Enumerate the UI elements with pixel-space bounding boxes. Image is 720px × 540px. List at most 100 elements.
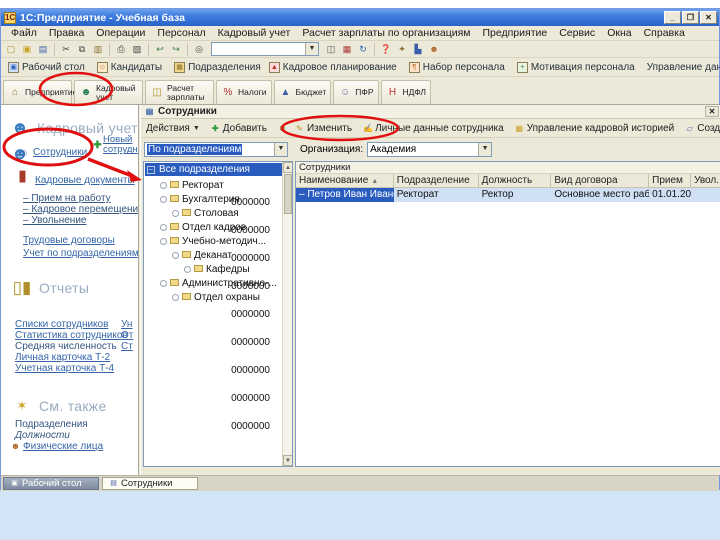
menu-personnel[interactable]: Персонал — [151, 27, 211, 39]
nav-desktop-button[interactable]: ▣ Рабочий стол — [4, 61, 89, 74]
report-link-employee-lists[interactable]: Списки сотрудников — [15, 319, 108, 330]
view-mode-combo[interactable]: По подразделениям ▼ — [144, 142, 288, 157]
tree-root-node[interactable]: – Все подразделения — [145, 163, 284, 176]
cut-icon[interactable]: ✂ — [59, 43, 73, 56]
menu-edit[interactable]: Правка — [43, 27, 90, 39]
menu-service[interactable]: Сервис — [553, 27, 601, 39]
quick-search-combo[interactable]: ▼ — [211, 42, 319, 56]
report-link-avg-headcount[interactable]: Средняя численность — [15, 341, 117, 352]
column-hired[interactable]: Прием — [649, 174, 691, 187]
find-icon[interactable]: ◎ — [192, 43, 206, 56]
new-icon[interactable]: ▢ — [4, 43, 18, 56]
employee-row[interactable]: – Петров Иван Иванович Ректорат Ректор О… — [296, 188, 720, 202]
undo-icon[interactable]: ↩ — [153, 43, 167, 56]
tree-scrollbar[interactable]: ▲ ▼ — [282, 162, 292, 466]
employees-window-close-icon[interactable]: ✕ — [705, 106, 719, 117]
calc-icon[interactable]: ◫ — [324, 43, 338, 56]
preview-icon[interactable]: ▨ — [130, 43, 144, 56]
report-link-truncated-2[interactable]: От — [121, 330, 133, 341]
column-name[interactable]: Наименование▲ — [296, 174, 394, 187]
tab-budget[interactable]: ▲ Бюджет — [274, 80, 332, 104]
menu-enterprise[interactable]: Предприятие — [477, 27, 554, 39]
scroll-thumb[interactable] — [284, 174, 292, 214]
nav-recruiting-button[interactable]: ¶ Набор персонала — [405, 61, 509, 74]
report-link-truncated-3[interactable]: Ст — [121, 341, 133, 352]
sidebar-link-transfer[interactable]: – Кадровое перемещение — [23, 204, 139, 215]
help-book-icon[interactable]: ❓ — [379, 43, 393, 56]
sidebar-link-dismissal[interactable]: – Увольнение — [23, 215, 86, 226]
chevron-down-icon[interactable]: ▼ — [274, 143, 287, 156]
organization-combo[interactable]: Академия ▼ — [367, 142, 492, 157]
tree-node[interactable]: Ректорат0000000 — [144, 179, 282, 193]
open-folder-icon[interactable]: ▣ — [20, 43, 34, 56]
add-button[interactable]: ✚Добавить — [207, 122, 270, 135]
see-also-positions[interactable]: Должности — [15, 430, 70, 441]
sidebar-link-dept-accounting[interactable]: Учет по подразделениям — [23, 248, 139, 259]
collapse-icon[interactable]: – — [147, 166, 155, 174]
tab-hr-accounting[interactable]: ☻ Кадровый учет — [74, 80, 143, 104]
copy-icon[interactable]: ⧉ — [75, 43, 89, 56]
create-document-button[interactable]: ▱Создать документ▼ — [681, 122, 720, 135]
tab-enterprise[interactable]: ⌂ Предприятие — [3, 80, 72, 104]
tree-node[interactable]: Учебно-методич...0000000 — [144, 235, 282, 249]
tree-node[interactable]: Административно-...0000000 — [144, 277, 282, 291]
nav-hr-planning-button[interactable]: ▲ Кадровое планирование — [265, 61, 401, 74]
personal-data-button[interactable]: ✍Личные данные сотрудника — [359, 122, 507, 135]
column-contract[interactable]: Вид договора — [551, 174, 649, 187]
person-icon[interactable]: ☻ — [427, 43, 441, 56]
tree-node[interactable]: Столовая0000000 — [144, 207, 282, 221]
actions-button[interactable]: Действия▼ — [143, 122, 203, 135]
menu-payroll[interactable]: Расчет зарплаты по организациям — [296, 27, 476, 39]
menu-file[interactable]: Файл — [5, 27, 43, 39]
paste-icon[interactable]: ▥ — [91, 43, 105, 56]
column-position[interactable]: Должность — [479, 174, 552, 187]
scroll-up-icon[interactable]: ▲ — [283, 162, 293, 173]
minimize-button[interactable]: _ — [664, 11, 681, 24]
see-also-persons[interactable]: Физические лица — [23, 441, 103, 452]
tree-node[interactable]: Отдел охраны0000000 — [144, 291, 282, 305]
tree-node[interactable]: Бухгалтерия0000000 — [144, 193, 282, 207]
menu-operations[interactable]: Операции — [90, 27, 151, 39]
see-also-departments[interactable]: Подразделения — [15, 419, 88, 430]
sidebar-link-contracts[interactable]: Трудовые договоры — [23, 235, 115, 246]
services-icon[interactable]: ✦ — [395, 43, 409, 56]
tab-taxes[interactable]: % Налоги — [216, 80, 272, 104]
sidebar-link-hr-documents[interactable]: Кадровые документы — [35, 175, 135, 186]
column-department[interactable]: Подразделение — [394, 174, 479, 187]
hr-history-button[interactable]: ▦Управление кадровой историей — [511, 122, 678, 135]
tab-ndfl[interactable]: Н НДФЛ — [381, 80, 431, 104]
close-button[interactable]: ✕ — [700, 11, 717, 24]
taskbar-tab-employees[interactable]: ▤ Сотрудники — [102, 477, 198, 490]
redo-icon[interactable]: ↪ — [169, 43, 183, 56]
nav-departments-button[interactable]: ▦ Подразделения — [170, 61, 265, 74]
menu-help[interactable]: Справка — [638, 27, 691, 39]
nav-candidates-button[interactable]: ☺ Кандидаты — [93, 61, 166, 74]
nav-motivation-button[interactable]: + Мотивация персонала — [513, 61, 639, 74]
chart-icon[interactable]: ▙ — [411, 43, 425, 56]
sidebar-link-employees[interactable]: Сотрудники — [33, 147, 87, 158]
report-link-truncated-1[interactable]: Ун — [121, 319, 132, 330]
report-link-card-t2[interactable]: Личная карточка Т-2 — [15, 352, 110, 363]
print-icon[interactable]: ⎙ — [114, 43, 128, 56]
restore-button[interactable]: ❐ — [682, 11, 699, 24]
chevron-down-icon[interactable]: ▼ — [478, 143, 491, 156]
tab-pfr[interactable]: ☺ ПФР — [333, 80, 378, 104]
taskbar-tab-desktop[interactable]: ▣ Рабочий стол — [3, 477, 99, 490]
report-link-statistics[interactable]: Статистика сотрудников — [15, 330, 128, 341]
menu-hr[interactable]: Кадровый учет — [212, 27, 297, 39]
tree-node[interactable]: Отдел кадров0000000 — [144, 221, 282, 235]
column-fired[interactable]: Увол... — [691, 174, 720, 187]
tree-node[interactable]: Деканат0000000 — [144, 249, 282, 263]
nav-employee-data-button[interactable]: Управление данными сотрудника — [643, 61, 720, 74]
save-icon[interactable]: ▤ — [36, 43, 50, 56]
tree-node[interactable]: Кафедры0000000 — [144, 263, 282, 277]
calendar-icon[interactable]: ▦ — [340, 43, 354, 56]
copy-row-button[interactable]: ⧉ — [274, 122, 291, 135]
report-link-card-t4[interactable]: Учетная карточка Т-4 — [15, 363, 114, 374]
sidebar-link-hiring[interactable]: – Прием на работу — [23, 193, 111, 204]
tab-payroll[interactable]: ◫ Расчет зарплаты — [145, 80, 214, 104]
scroll-down-icon[interactable]: ▼ — [283, 455, 293, 466]
refresh-icon[interactable]: ↻ — [356, 43, 370, 56]
edit-button[interactable]: ✎Изменить — [291, 122, 355, 135]
menu-windows[interactable]: Окна — [601, 27, 637, 39]
